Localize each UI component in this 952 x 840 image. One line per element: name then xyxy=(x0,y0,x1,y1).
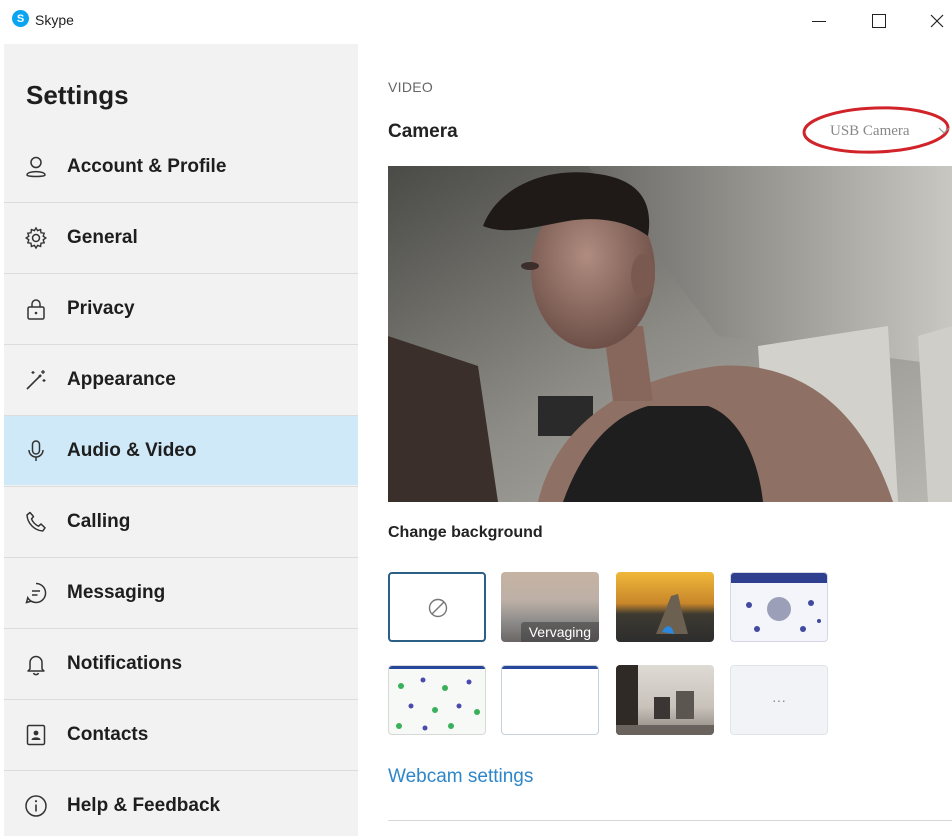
sidebar-item-label: Notifications xyxy=(67,653,183,674)
background-option-white[interactable] xyxy=(501,665,599,735)
background-option-sunset[interactable] xyxy=(616,572,714,642)
sidebar-item-privacy[interactable]: Privacy xyxy=(4,273,358,343)
dots-thumbnail-image xyxy=(389,666,485,731)
microphone-icon xyxy=(28,440,44,461)
sidebar-item-label: General xyxy=(67,227,138,248)
sidebar-item-label: Calling xyxy=(67,511,131,532)
chevron-down-icon[interactable] xyxy=(938,127,950,135)
background-option-room[interactable] xyxy=(616,665,714,735)
skype-logo-icon: S xyxy=(12,10,29,27)
no-background-icon xyxy=(428,598,448,618)
more-backgrounds-button[interactable]: ··· xyxy=(730,665,828,735)
maximize-icon xyxy=(872,14,886,28)
sidebar-item-notifications[interactable]: Notifications xyxy=(4,628,358,698)
camera-preview xyxy=(388,166,952,502)
divider xyxy=(388,820,952,821)
change-background-label: Change background xyxy=(388,524,543,541)
sidebar-item-messaging[interactable]: Messaging xyxy=(4,557,358,627)
sidebar-item-general[interactable]: General xyxy=(4,202,358,272)
sidebar-item-label: Help & Feedback xyxy=(67,795,221,816)
settings-heading: Settings xyxy=(26,80,129,110)
webcam-settings-link[interactable]: Webcam settings xyxy=(388,766,533,788)
room-thumbnail-image xyxy=(616,665,714,735)
white-thumbnail-accent xyxy=(502,666,598,669)
sidebar-item-contacts[interactable]: Contacts xyxy=(4,699,358,769)
gear-icon xyxy=(24,226,48,250)
more-icon: ··· xyxy=(772,692,786,708)
sidebar-item-label: Account & Profile xyxy=(67,156,227,177)
title-bar: S Skype xyxy=(0,0,952,44)
background-option-green-dots[interactable] xyxy=(388,665,486,735)
minimize-icon xyxy=(812,20,826,22)
camera-dropdown[interactable]: USB Camera xyxy=(830,123,910,140)
sidebar-item-account-profile[interactable]: Account & Profile xyxy=(4,132,358,202)
info-icon xyxy=(25,795,47,817)
settings-sidebar: Settings Account & Profile General Priva… xyxy=(4,44,358,836)
background-option-none[interactable] xyxy=(388,572,486,642)
phone-icon xyxy=(26,511,46,532)
sidebar-item-help-feedback[interactable]: Help & Feedback xyxy=(4,770,358,840)
minimize-button[interactable] xyxy=(796,6,842,36)
sunset-thumbnail-image xyxy=(656,594,688,634)
sidebar-item-label: Audio & Video xyxy=(67,440,197,461)
maximize-button[interactable] xyxy=(856,6,902,36)
background-option-blur[interactable]: Vervaging xyxy=(501,572,599,642)
contact-card-icon xyxy=(26,724,46,746)
sidebar-item-audio-video[interactable]: Audio & Video xyxy=(4,415,358,485)
person-icon xyxy=(26,156,46,178)
chat-bubble-icon xyxy=(25,582,47,604)
sidebar-item-label: Privacy xyxy=(67,298,135,319)
sidebar-item-calling[interactable]: Calling xyxy=(4,486,358,556)
audio-video-panel: VIDEO Camera USB Camera Change backgroun… xyxy=(358,44,952,836)
magic-wand-icon xyxy=(26,370,46,390)
sidebar-item-appearance[interactable]: Appearance xyxy=(4,344,358,414)
lock-icon xyxy=(27,299,45,320)
bell-icon xyxy=(27,655,45,676)
sidebar-item-label: Appearance xyxy=(67,369,176,390)
camera-label: Camera xyxy=(388,121,458,142)
close-button[interactable] xyxy=(914,6,952,36)
blur-label: Vervaging xyxy=(520,622,599,642)
sidebar-item-label: Messaging xyxy=(67,582,166,603)
camera-preview-image xyxy=(388,166,952,502)
window-title: Skype xyxy=(35,12,74,28)
sidebar-item-label: Contacts xyxy=(67,724,149,745)
video-section-label: VIDEO xyxy=(388,79,434,95)
close-icon xyxy=(930,14,944,28)
floral-thumbnail-image xyxy=(731,573,827,632)
background-option-floral[interactable] xyxy=(730,572,828,642)
